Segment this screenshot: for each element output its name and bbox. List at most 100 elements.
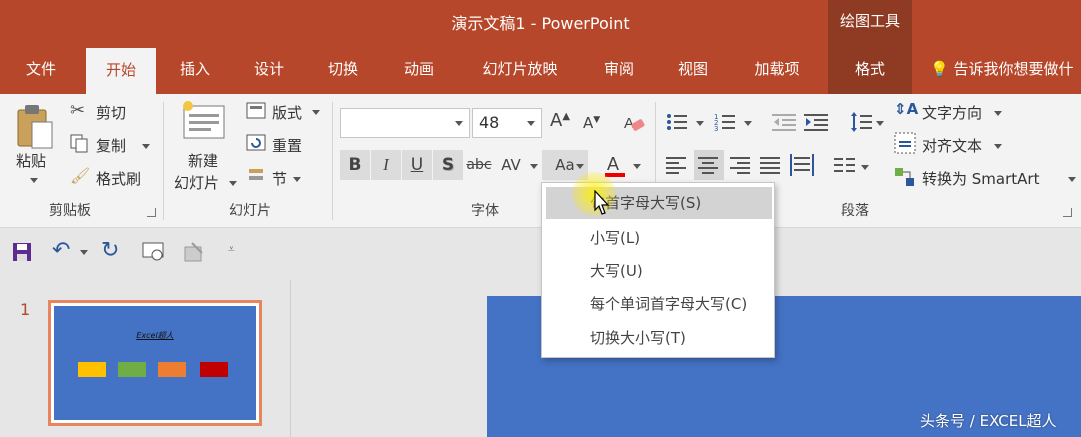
- menu-item-toggle-case[interactable]: 切换大小写(T): [546, 322, 772, 354]
- change-case-dropdown-icon[interactable]: [576, 164, 584, 169]
- increase-indent-icon[interactable]: [804, 112, 828, 136]
- tab-design[interactable]: 设计: [240, 44, 298, 94]
- thumbnail-box-green: [118, 362, 146, 377]
- save-icon[interactable]: [12, 242, 32, 266]
- new-slide-label-1[interactable]: 新建: [188, 150, 218, 171]
- window-title: 演示文稿1 - PowerPoint: [451, 14, 630, 33]
- decrease-font-size-icon[interactable]: A▼: [583, 114, 600, 132]
- clipboard-group-label: 剪贴板: [49, 203, 91, 219]
- divider: [332, 102, 333, 220]
- svg-text:A: A: [607, 154, 619, 174]
- text-shadow-button[interactable]: S: [433, 150, 463, 180]
- tab-slideshow[interactable]: 幻灯片放映: [466, 44, 574, 94]
- section-icon: [246, 166, 266, 188]
- align-center-icon[interactable]: [694, 150, 724, 180]
- undo-icon[interactable]: ↶: [52, 238, 70, 263]
- tab-animations[interactable]: 动画: [388, 44, 450, 94]
- font-name-dropdown-icon[interactable]: [455, 121, 463, 126]
- underline-button[interactable]: U: [402, 150, 432, 180]
- character-spacing-dropdown-icon[interactable]: [530, 164, 538, 169]
- copy-button[interactable]: 复制: [96, 135, 126, 156]
- thumbnail-box-red: [200, 362, 228, 377]
- mouse-pointer-icon: [594, 189, 610, 220]
- tab-addins[interactable]: 加载项: [740, 44, 814, 94]
- section-dropdown-icon[interactable]: [293, 177, 301, 182]
- redo-icon[interactable]: ↻: [101, 238, 119, 263]
- line-spacing-dropdown-icon[interactable]: [876, 121, 884, 126]
- watermark: 头条号 / EXCEL超人: [920, 412, 1057, 430]
- distributed-icon[interactable]: [790, 154, 814, 180]
- layout-button[interactable]: 版式: [272, 102, 302, 123]
- section-button[interactable]: 节: [272, 168, 287, 189]
- copy-dropdown-icon[interactable]: [142, 144, 150, 149]
- thumbnail-title: Excel超人: [136, 331, 174, 340]
- svg-text:A: A: [624, 115, 634, 132]
- font-size-dropdown-icon[interactable]: [527, 121, 535, 126]
- paragraph-launcher-icon[interactable]: [1063, 208, 1072, 217]
- tab-format[interactable]: 格式: [828, 44, 912, 94]
- cut-button[interactable]: 剪切: [96, 102, 126, 123]
- slide-thumbnail[interactable]: Excel超人: [48, 300, 262, 426]
- reset-icon: [246, 134, 266, 156]
- font-size-value: 48: [479, 113, 500, 132]
- menu-item-uppercase[interactable]: 大写(U): [546, 255, 772, 287]
- tab-insert[interactable]: 插入: [166, 44, 224, 94]
- align-text-icon: [894, 132, 916, 158]
- convert-smartart-dropdown-icon[interactable]: [1068, 177, 1076, 182]
- reset-button[interactable]: 重置: [272, 135, 302, 156]
- new-slide-dropdown-icon[interactable]: [229, 181, 237, 186]
- bold-button[interactable]: B: [340, 150, 370, 180]
- character-spacing-button[interactable]: AV: [496, 150, 526, 180]
- touch-mode-icon[interactable]: [184, 241, 206, 267]
- drawing-tools-context-label: 绘图工具: [828, 0, 912, 44]
- pane-divider[interactable]: [290, 280, 291, 437]
- tab-review[interactable]: 审阅: [590, 44, 648, 94]
- italic-button[interactable]: I: [371, 150, 401, 180]
- new-slide-label-2[interactable]: 幻灯片: [174, 172, 219, 193]
- decrease-indent-icon[interactable]: [772, 112, 796, 136]
- clipboard-launcher-icon[interactable]: [147, 208, 156, 217]
- layout-dropdown-icon[interactable]: [312, 110, 320, 115]
- new-slide-icon[interactable]: [180, 100, 228, 146]
- menu-item-lowercase[interactable]: 小写(L): [546, 222, 772, 254]
- tell-me-search[interactable]: 💡 告诉我你想要做什: [930, 44, 1073, 94]
- format-painter-button[interactable]: 格式刷: [96, 168, 141, 189]
- tab-file[interactable]: 文件: [10, 44, 72, 94]
- paragraph-group-label: 段落: [841, 203, 869, 219]
- line-spacing-icon[interactable]: [850, 110, 872, 138]
- start-slideshow-icon[interactable]: [142, 241, 166, 267]
- align-text-dropdown-icon[interactable]: [994, 144, 1002, 149]
- tab-home[interactable]: 开始: [86, 48, 156, 94]
- font-color-dropdown-icon[interactable]: [633, 164, 641, 169]
- bullets-icon[interactable]: [666, 112, 688, 136]
- text-direction-button[interactable]: 文字方向: [922, 102, 982, 123]
- undo-dropdown-icon[interactable]: [80, 250, 88, 255]
- customize-qat-icon[interactable]: ⩡: [228, 242, 235, 257]
- tab-transitions[interactable]: 切换: [314, 44, 372, 94]
- paste-button[interactable]: [16, 102, 56, 154]
- justify-icon[interactable]: [760, 156, 782, 178]
- columns-icon[interactable]: [834, 156, 856, 178]
- align-right-icon[interactable]: [730, 156, 752, 178]
- numbering-dropdown-icon[interactable]: [744, 121, 752, 126]
- change-case-menu: 句首字母大写(S) 小写(L) 大写(U) 每个单词首字母大写(C) 切换大小写…: [541, 182, 775, 358]
- strikethrough-button[interactable]: abc: [464, 150, 494, 180]
- increase-font-size-icon[interactable]: A▲: [550, 110, 570, 131]
- slide-number: 1: [20, 300, 31, 319]
- font-size-input[interactable]: 48: [472, 108, 542, 138]
- menu-item-capitalize-each-word[interactable]: 每个单词首字母大写(C): [546, 288, 772, 320]
- text-direction-dropdown-icon[interactable]: [994, 111, 1002, 116]
- thumbnail-box-yellow: [78, 362, 106, 377]
- align-left-icon[interactable]: [666, 156, 688, 178]
- font-name-input[interactable]: [340, 108, 470, 138]
- numbering-icon[interactable]: 123: [714, 112, 736, 136]
- convert-smartart-button[interactable]: 转换为 SmartArt: [922, 168, 1039, 189]
- bullets-dropdown-icon[interactable]: [696, 121, 704, 126]
- paste-dropdown-icon[interactable]: [30, 178, 38, 183]
- columns-dropdown-icon[interactable]: [861, 165, 869, 170]
- align-text-button[interactable]: 对齐文本: [922, 135, 982, 156]
- clear-formatting-icon[interactable]: A: [622, 112, 646, 138]
- font-group-label: 字体: [471, 203, 499, 219]
- tab-view[interactable]: 视图: [664, 44, 722, 94]
- thumbnail-slide: Excel超人: [54, 306, 256, 420]
